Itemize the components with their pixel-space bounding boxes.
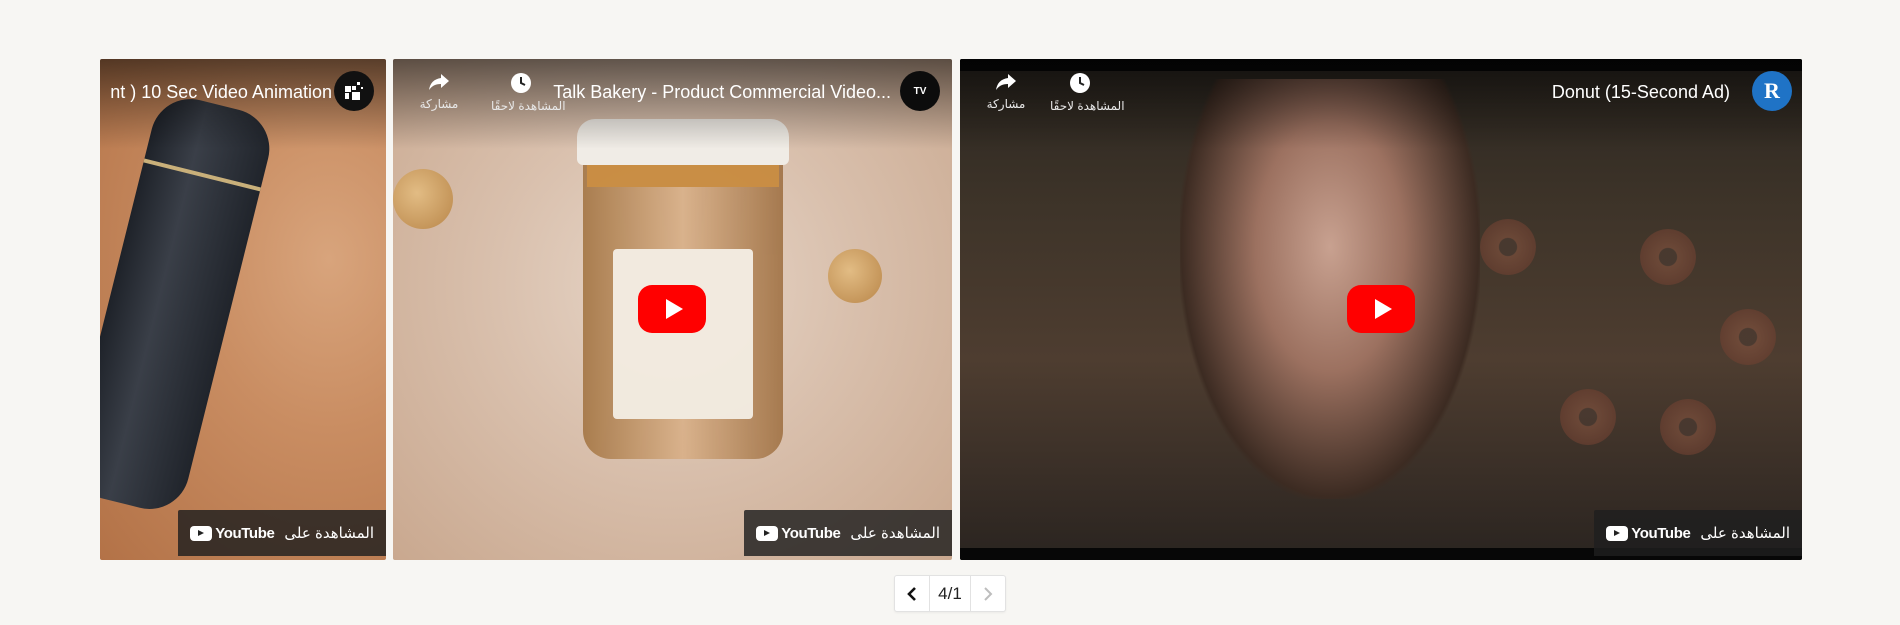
watch-on-youtube-button[interactable]: YouTube المشاهدة على — [178, 510, 386, 556]
video-embed-1[interactable]: nt ) 10 Sec Video Animation YouTube المش… — [100, 59, 386, 560]
watch-on-label: المشاهدة على — [1700, 525, 1790, 542]
channel-avatar[interactable]: TV — [900, 71, 940, 111]
grid-logo-icon — [345, 82, 363, 100]
video-embed-3[interactable]: مشاركة المشاهدة لاحقًا Donut (15-Second … — [960, 59, 1802, 560]
next-button[interactable] — [971, 576, 1005, 611]
channel-avatar[interactable]: R — [1752, 71, 1792, 111]
product-bottle-image — [100, 90, 278, 518]
video-title[interactable]: ...Talk Bakery - Product Commercial Vide… — [553, 81, 891, 103]
cookie-image — [393, 169, 453, 229]
previous-button[interactable] — [895, 576, 929, 611]
video-embed-2[interactable]: مشاركة المشاهدة لاحقًا ...Talk Bakery - … — [393, 59, 952, 560]
channel-badge: TV — [913, 85, 927, 97]
chevron-right-icon — [984, 586, 993, 601]
chevron-left-icon — [907, 586, 916, 601]
youtube-logo: YouTube — [756, 525, 841, 542]
play-button[interactable] — [1347, 285, 1415, 333]
clock-icon — [1070, 73, 1090, 93]
watch-on-label: المشاهدة على — [284, 525, 374, 542]
youtube-logo: YouTube — [1606, 525, 1691, 542]
video-title[interactable]: Donut (15-Second Ad) — [1380, 81, 1730, 103]
share-button[interactable]: مشاركة — [976, 71, 1036, 111]
play-button[interactable] — [638, 285, 706, 333]
channel-avatar[interactable] — [334, 71, 374, 111]
watch-on-label: المشاهدة على — [850, 525, 940, 542]
share-button[interactable]: مشاركة — [409, 71, 469, 111]
watch-on-youtube-button[interactable]: YouTube المشاهدة على — [1594, 510, 1802, 556]
youtube-icon — [190, 525, 213, 541]
youtube-logo: YouTube — [190, 525, 275, 542]
clock-icon — [511, 73, 531, 93]
page-count: 4/1 — [929, 576, 971, 611]
watch-later-button[interactable]: المشاهدة لاحقًا — [1050, 71, 1125, 113]
share-icon — [429, 74, 449, 90]
cookie-image — [828, 249, 882, 303]
watch-on-youtube-button[interactable]: YouTube المشاهدة على — [744, 510, 952, 556]
watch-later-button[interactable]: المشاهدة لاحقًا — [491, 71, 566, 113]
channel-badge: R — [1764, 78, 1780, 103]
youtube-icon — [756, 525, 779, 541]
share-icon — [996, 74, 1016, 90]
video-title[interactable]: nt ) 10 Sec Video Animation — [100, 81, 332, 103]
carousel-pager: 4/1 — [894, 575, 1006, 612]
video-carousel: nt ) 10 Sec Video Animation YouTube المش… — [100, 59, 1802, 560]
youtube-icon — [1606, 525, 1629, 541]
